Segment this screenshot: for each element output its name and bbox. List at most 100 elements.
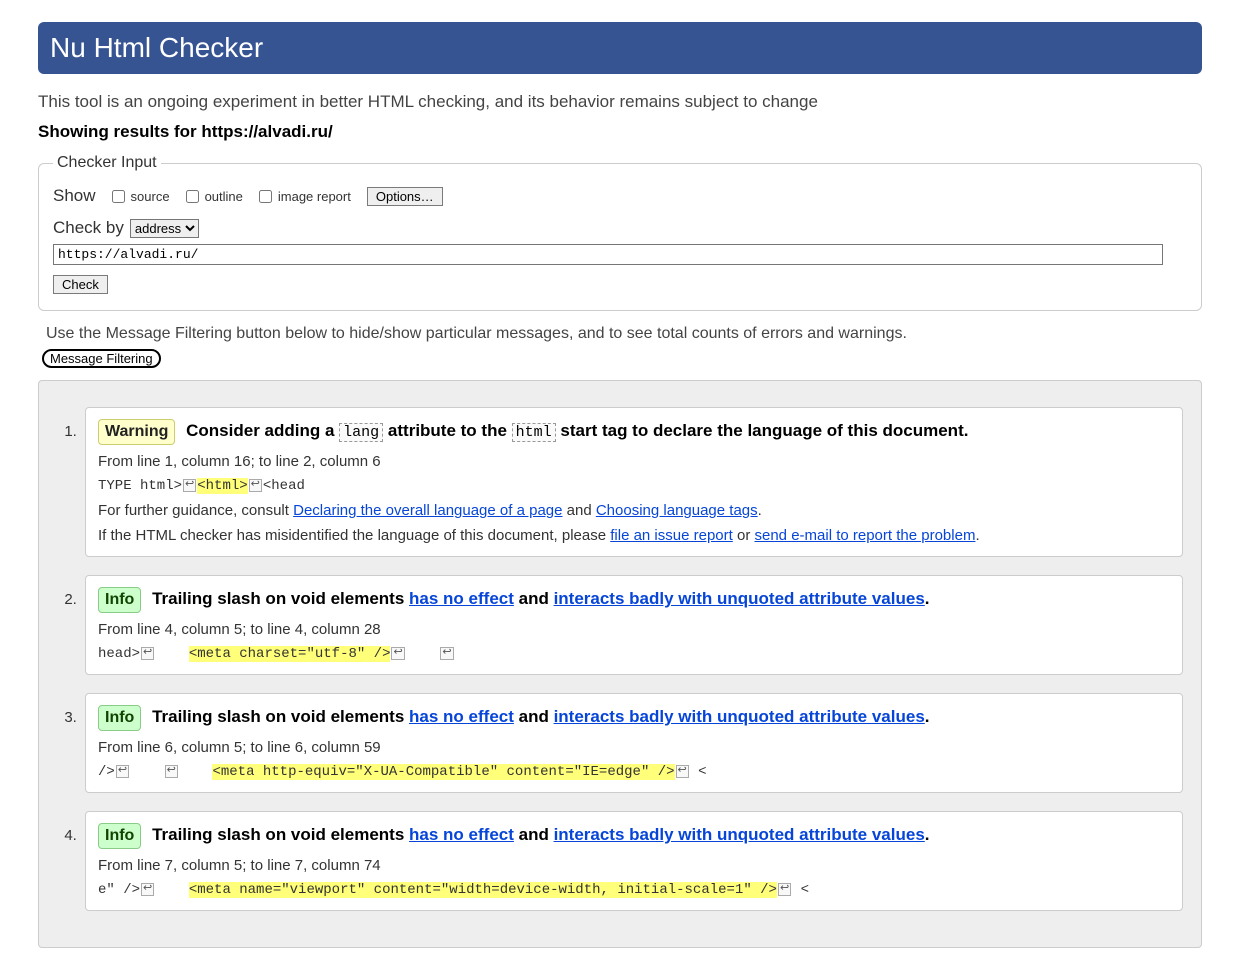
newline-icon: ↩: [165, 765, 178, 778]
message-guidance: For further guidance, consult Declaring …: [98, 502, 1170, 519]
link-interacts-badly[interactable]: interacts badly with unquoted attribute …: [554, 589, 925, 608]
info-badge: Info: [98, 823, 141, 849]
msg-text: Trailing slash on void elements: [152, 707, 409, 726]
link-declaring-language[interactable]: Declaring the overall language of a page: [293, 502, 562, 519]
check-button[interactable]: Check: [53, 275, 108, 294]
newline-icon: ↩: [249, 479, 262, 492]
checkby-label: Check by: [53, 218, 124, 238]
page-title-text: Nu Html Checker: [50, 32, 263, 63]
newline-icon: ↩: [141, 883, 154, 896]
message-location: From line 6, column 5; to line 6, column…: [98, 739, 1170, 756]
outline-checkbox-text: outline: [205, 189, 243, 204]
checkby-select[interactable]: address: [130, 219, 199, 238]
message-code: head>↩ <meta charset="utf-8" />↩ ↩: [98, 646, 1170, 662]
guidance-pre: For further guidance, consult: [98, 502, 293, 519]
message-location: From line 7, column 5; to line 7, column…: [98, 857, 1170, 874]
mis-post: .: [975, 527, 979, 544]
link-has-no-effect[interactable]: has no effect: [409, 707, 514, 726]
message-code: TYPE html>↩<html>↩<head: [98, 478, 1170, 494]
link-interacts-badly[interactable]: interacts badly with unquoted attribute …: [554, 707, 925, 726]
newline-icon: ↩: [391, 647, 404, 660]
msg-text: and: [514, 589, 554, 608]
link-choosing-language-tags[interactable]: Choosing language tags: [596, 502, 758, 519]
message-location: From line 1, column 16; to line 2, colum…: [98, 453, 1170, 470]
info-badge: Info: [98, 705, 141, 731]
checker-input-legend: Checker Input: [53, 154, 161, 172]
code-chip-lang: lang: [339, 423, 383, 442]
show-label: Show: [53, 186, 96, 206]
message-card: Info Trailing slash on void elements has…: [85, 575, 1183, 675]
message-item: Info Trailing slash on void elements has…: [81, 575, 1183, 675]
results-heading: Showing results for https://alvadi.ru/: [38, 122, 1202, 142]
link-file-issue[interactable]: file an issue report: [610, 527, 733, 544]
newline-icon: ↩: [141, 647, 154, 660]
message-item: Warning Consider adding a lang attribute…: [81, 407, 1183, 557]
message-location: From line 4, column 5; to line 4, column…: [98, 621, 1170, 638]
url-input[interactable]: [53, 244, 1163, 265]
code-pre: />: [98, 764, 115, 780]
message-code: />↩ ↩ <meta http-equiv="X-UA-Compatible"…: [98, 764, 1170, 780]
source-checkbox-label[interactable]: source: [108, 187, 170, 206]
outline-checkbox[interactable]: [186, 190, 199, 203]
msg-text: .: [925, 825, 930, 844]
msg-text: and: [514, 707, 554, 726]
link-has-no-effect[interactable]: has no effect: [409, 825, 514, 844]
code-highlight: <meta name="viewport" content="width=dev…: [189, 882, 777, 898]
message-heading: Warning Consider adding a lang attribute…: [98, 418, 1170, 445]
message-heading: Info Trailing slash on void elements has…: [98, 586, 1170, 613]
info-badge: Info: [98, 587, 141, 613]
code-chip-html: html: [512, 423, 556, 442]
code-highlight: <html>: [197, 478, 247, 494]
image-report-checkbox-label[interactable]: image report: [255, 187, 351, 206]
message-item: Info Trailing slash on void elements has…: [81, 811, 1183, 911]
page-subtitle: This tool is an ongoing experiment in be…: [38, 92, 1202, 112]
msg-text: .: [925, 707, 930, 726]
image-report-checkbox[interactable]: [259, 190, 272, 203]
code-pre: head>: [98, 646, 140, 662]
msg-text: and: [514, 825, 554, 844]
page-title: Nu Html Checker: [38, 22, 1202, 74]
message-item: Info Trailing slash on void elements has…: [81, 693, 1183, 793]
msg-text: attribute to the: [388, 421, 512, 440]
show-row: Show source outline image report Options…: [53, 186, 1187, 206]
message-card: Info Trailing slash on void elements has…: [85, 693, 1183, 793]
link-has-no-effect[interactable]: has no effect: [409, 589, 514, 608]
message-filtering-button[interactable]: Message Filtering: [42, 349, 161, 368]
newline-icon: ↩: [116, 765, 129, 778]
outline-checkbox-label[interactable]: outline: [182, 187, 243, 206]
message-code: e" />↩ <meta name="viewport" content="wi…: [98, 882, 1170, 898]
checkby-row: Check by address: [53, 218, 1187, 238]
link-send-email[interactable]: send e-mail to report the problem: [755, 527, 976, 544]
msg-text: start tag to declare the language of thi…: [560, 421, 968, 440]
messages-list: Warning Consider adding a lang attribute…: [57, 407, 1183, 911]
newline-icon: ↩: [676, 765, 689, 778]
source-checkbox[interactable]: [112, 190, 125, 203]
msg-text: .: [925, 589, 930, 608]
mis-mid: or: [733, 527, 755, 544]
results-box: Warning Consider adding a lang attribute…: [38, 380, 1202, 948]
link-interacts-badly[interactable]: interacts badly with unquoted attribute …: [554, 825, 925, 844]
guidance-mid: and: [562, 502, 595, 519]
message-card: Info Trailing slash on void elements has…: [85, 811, 1183, 911]
code-highlight: <meta charset="utf-8" />: [189, 646, 391, 662]
results-url: https://alvadi.ru/: [201, 122, 332, 141]
msg-text: Consider adding a: [186, 421, 339, 440]
msg-text: Trailing slash on void elements: [152, 825, 409, 844]
code-pre: TYPE html>: [98, 478, 182, 494]
code-post: <: [792, 882, 809, 898]
message-heading: Info Trailing slash on void elements has…: [98, 822, 1170, 849]
options-button[interactable]: Options…: [367, 187, 443, 206]
msg-text: Trailing slash on void elements: [152, 589, 409, 608]
message-misidentified: If the HTML checker has misidentified th…: [98, 527, 1170, 544]
guidance-post: .: [758, 502, 762, 519]
code-pre: e" />: [98, 882, 140, 898]
code-post: <: [690, 764, 707, 780]
results-prefix: Showing results for: [38, 122, 201, 141]
newline-icon: ↩: [183, 479, 196, 492]
newline-icon: ↩: [778, 883, 791, 896]
newline-icon: ↩: [440, 647, 453, 660]
code-post: <head: [263, 478, 305, 494]
image-report-checkbox-text: image report: [278, 189, 351, 204]
message-heading: Info Trailing slash on void elements has…: [98, 704, 1170, 731]
checker-input-fieldset: Checker Input Show source outline image …: [38, 154, 1202, 311]
